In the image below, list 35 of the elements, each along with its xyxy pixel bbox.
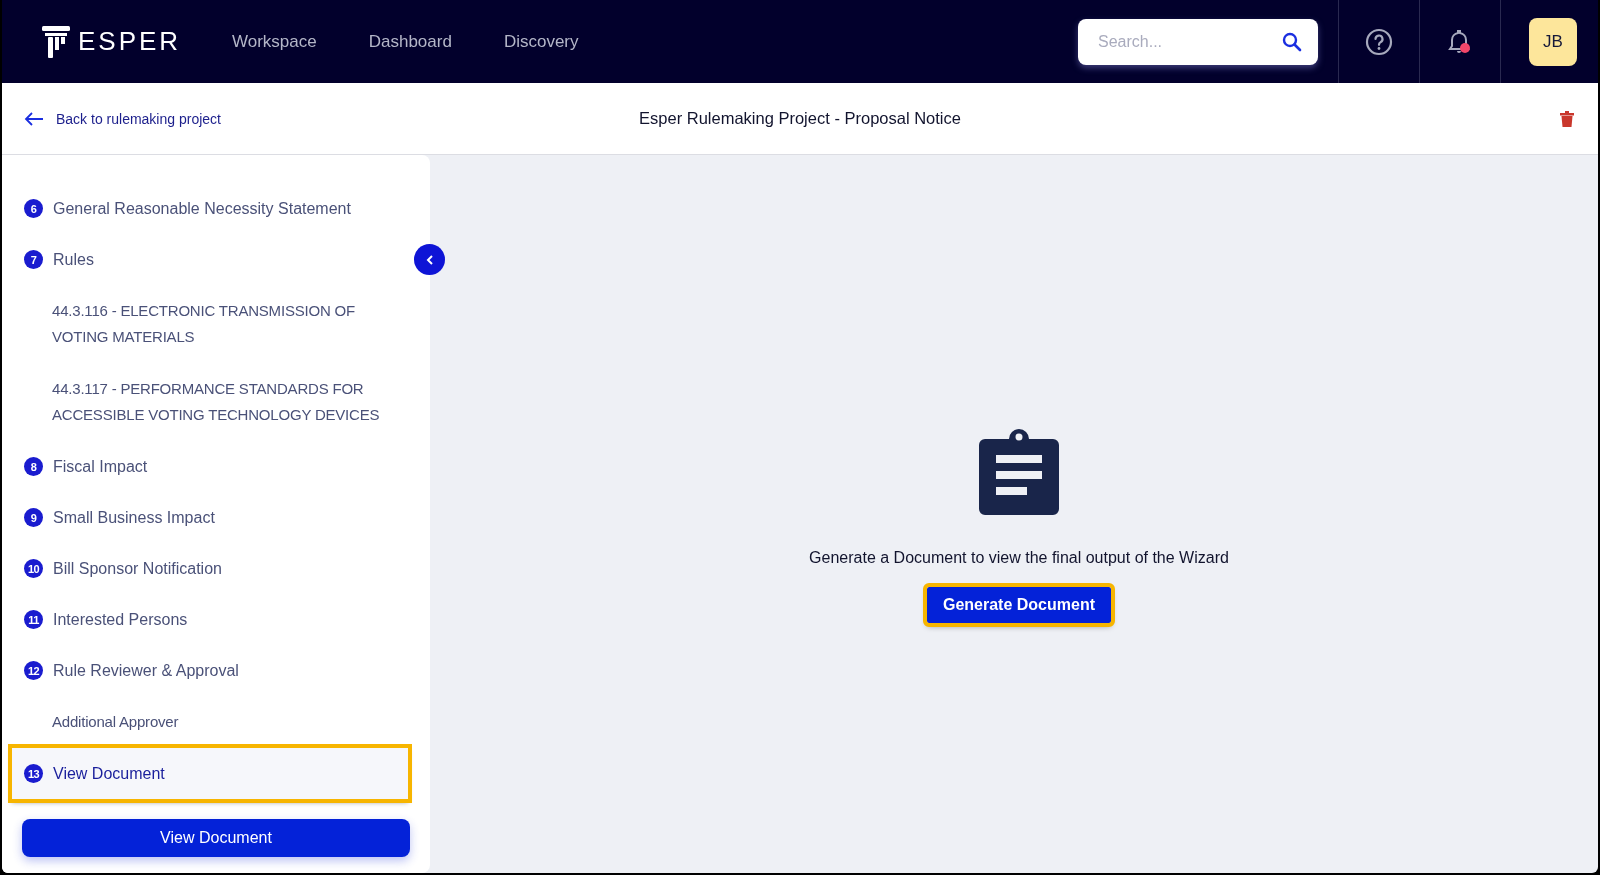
sidebar-item[interactable]: 11 Interested Persons [12, 594, 408, 645]
logo-wordmark[interactable]: ESPER [78, 26, 182, 57]
empty-state-message: Generate a Document to view the final output of the Wizard [809, 549, 1229, 567]
sidebar-item[interactable]: 9 Small Business Impact [12, 492, 408, 543]
back-link[interactable]: Back to rulemaking project [24, 110, 221, 127]
sidebar-item[interactable]: 6 General Reasonable Necessity Statement [12, 183, 408, 234]
user-avatar[interactable]: JB [1529, 17, 1577, 66]
search-field[interactable]: Search... [1078, 18, 1318, 65]
step-number: 11 [24, 610, 43, 629]
sidebar-item[interactable]: 7 Rules [12, 234, 408, 285]
nav-link[interactable]: Dashboard [368, 31, 452, 52]
sidebar-item[interactable]: 8 Fiscal Impact [12, 441, 408, 492]
trash-icon[interactable] [1560, 110, 1574, 127]
search-icon[interactable] [1282, 31, 1302, 52]
sidebar-item[interactable]: 44.3.117 - PERFORMANCE STANDARDS FOR ACCESSIBLE VOTING TECHNOLOGY DEVICES [12, 363, 408, 441]
nav-link[interactable]: Discovery [503, 31, 579, 52]
step-number: 8 [24, 457, 43, 476]
sidebar-item[interactable]: 12 Rule Reviewer & Approval [12, 645, 408, 696]
sidebar-item[interactable]: Additional Approver [12, 696, 408, 748]
chevron-left-icon[interactable] [424, 253, 435, 266]
view-document-button[interactable]: View Document [22, 819, 410, 857]
sidebar-item[interactable]: 44.3.116 - ELECTRONIC TRANSMISSION OF VOTING MATERIALS [12, 285, 408, 363]
sidebar-item[interactable]: 10 Bill Sponsor Notification [12, 543, 408, 594]
step-number: 10 [24, 559, 43, 578]
step-number: 7 [24, 250, 43, 269]
step-number: 6 [24, 199, 43, 218]
step-number: 13 [24, 764, 43, 783]
nav-link[interactable]: Workspace [232, 31, 317, 52]
help-icon[interactable] [1365, 27, 1393, 56]
pillar-logo-icon [42, 25, 70, 58]
collapse-button[interactable] [414, 244, 445, 275]
step-number: 12 [24, 661, 43, 680]
arrow-left-icon [24, 111, 44, 126]
page-title: Esper Rulemaking Project - Proposal Notice [639, 109, 961, 128]
step-number: 9 [24, 508, 43, 527]
